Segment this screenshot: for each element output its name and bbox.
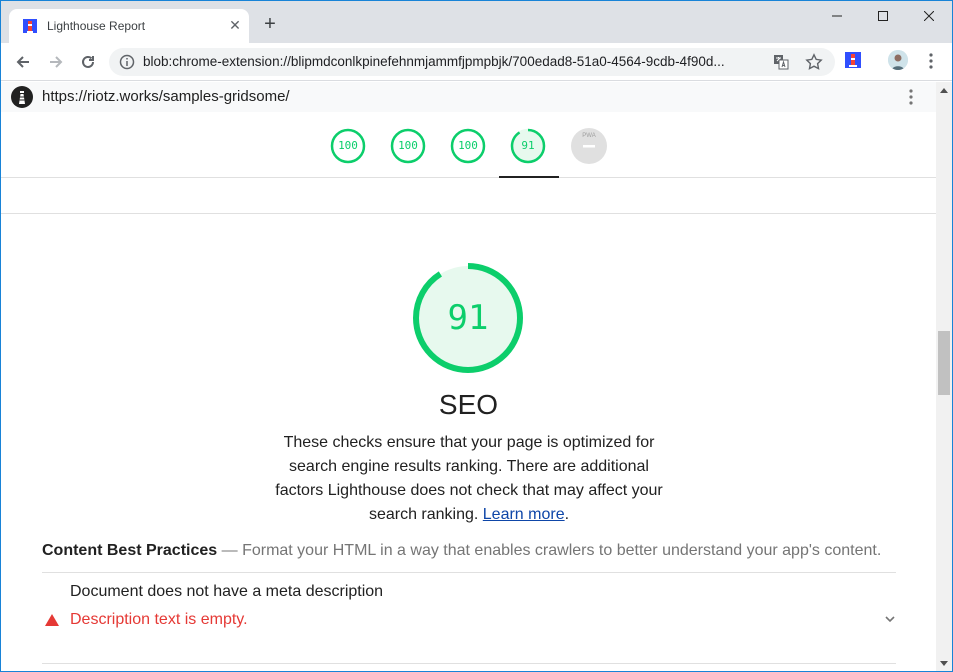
gauge-score: 100 <box>398 139 418 152</box>
audit-title[interactable]: Document does not have a meta descriptio… <box>70 583 383 601</box>
tab-lighthouse-report[interactable]: Lighthouse Report ✕ <box>9 9 249 43</box>
gauge-best-practices[interactable]: 100 <box>450 128 486 164</box>
maximize-icon <box>878 11 888 21</box>
category-description-text: These checks ensure that your page is op… <box>275 434 663 523</box>
audit-divider <box>42 572 896 573</box>
group-separator: — <box>217 542 243 559</box>
lighthouse-logo-icon <box>11 86 33 108</box>
vertical-scrollbar[interactable] <box>936 82 952 671</box>
group-title: Content Best Practices <box>42 542 218 559</box>
scrollbar-thumb[interactable] <box>938 331 950 395</box>
fail-triangle-icon <box>45 614 59 626</box>
star-icon[interactable] <box>805 53 823 71</box>
maximize-button[interactable] <box>860 1 906 31</box>
close-icon <box>924 11 934 21</box>
pwa-label: PWA <box>582 133 596 139</box>
seo-score-gauge: 91 <box>411 261 525 375</box>
gauge-pwa[interactable]: PWA <box>571 128 607 164</box>
new-tab-button[interactable]: + <box>259 14 281 36</box>
group-header: Content Best Practices — Format your HTM… <box>42 542 912 560</box>
lighthouse-favicon-icon <box>23 19 37 33</box>
score-gauges-row: 100 100 100 91 PWA <box>1 112 936 178</box>
report-menu-icon[interactable] <box>903 88 919 106</box>
chevron-down-icon[interactable] <box>883 612 897 626</box>
arrow-left-icon <box>16 56 29 68</box>
arrow-right-icon <box>50 56 63 68</box>
reload-button[interactable] <box>77 51 99 73</box>
gauge-seo[interactable]: 91 <box>510 128 546 164</box>
gauge-performance[interactable]: 100 <box>330 128 366 164</box>
address-url[interactable]: blob:chrome-extension://blipmdconlkpinef… <box>143 54 763 69</box>
address-bar[interactable]: blob:chrome-extension://blipmdconlkpinef… <box>109 48 835 76</box>
browser-toolbar: blob:chrome-extension://blipmdconlkpinef… <box>1 43 952 81</box>
profile-avatar-icon <box>888 50 908 70</box>
category-description: These checks ensure that your page is op… <box>269 431 669 527</box>
forward-button[interactable] <box>45 51 67 73</box>
minimize-button[interactable] <box>814 1 860 31</box>
active-gauge-indicator <box>499 176 559 178</box>
gauge-score: 100 <box>458 139 478 152</box>
lighthouse-extension-icon[interactable] <box>845 52 861 68</box>
section-divider <box>1 213 936 214</box>
browser-window: Lighthouse Report ✕ + blob:chrome-extens… <box>0 0 953 672</box>
translate-icon[interactable] <box>773 54 789 70</box>
tab-title: Lighthouse Report <box>47 19 146 33</box>
tab-close-icon[interactable]: ✕ <box>227 17 243 33</box>
gauge-score: 91 <box>521 139 535 152</box>
scroll-down-icon <box>940 661 948 666</box>
minimize-icon <box>832 15 842 17</box>
info-icon[interactable] <box>119 54 135 70</box>
back-button[interactable] <box>12 51 34 73</box>
learn-more-link[interactable]: Learn more <box>483 506 565 523</box>
report-topbar: https://riotz.works/samples-gridsome/ <box>1 82 936 112</box>
category-title: SEO <box>438 389 499 420</box>
reload-icon <box>82 55 94 68</box>
audit-explanation: Description text is empty. <box>70 611 248 628</box>
browser-menu-icon[interactable] <box>923 52 939 70</box>
scroll-down-button[interactable] <box>936 656 952 671</box>
group-description: Format your HTML in a way that enables c… <box>242 542 882 559</box>
scroll-up-button[interactable] <box>936 82 952 98</box>
gauge-accessibility[interactable]: 100 <box>390 128 426 164</box>
seo-score-value: 91 <box>447 298 489 338</box>
close-window-button[interactable] <box>906 1 952 31</box>
learn-more-suffix: . <box>564 506 570 523</box>
scroll-up-icon <box>940 88 948 93</box>
avatar[interactable] <box>888 50 908 70</box>
title-bar: Lighthouse Report ✕ + <box>1 1 952 43</box>
gauge-score: 100 <box>338 139 358 152</box>
report-url[interactable]: https://riotz.works/samples-gridsome/ <box>42 88 290 105</box>
audit-divider-bottom <box>42 663 896 664</box>
